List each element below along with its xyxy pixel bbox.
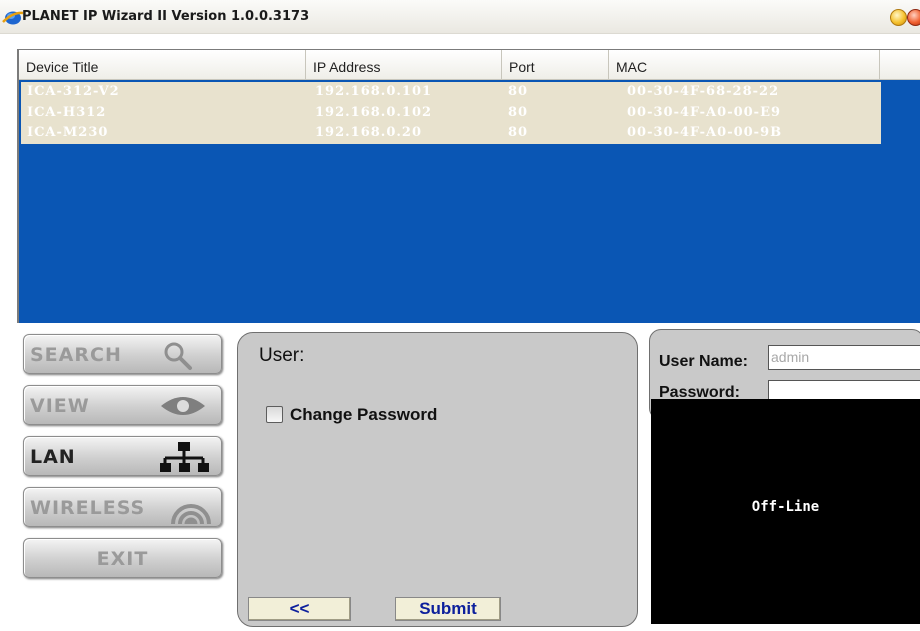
port-cell: 80 [508,84,529,99]
username-label: User Name: [659,353,748,370]
back-button[interactable]: << [248,597,351,621]
magnifier-icon [164,342,192,370]
table-row[interactable]: ICA-H312 192.168.0.102 80 00-30-4F-A0-00… [21,102,881,123]
search-button[interactable]: SEARCH [23,334,222,374]
user-heading: User: [259,345,305,366]
planet-logo-icon [2,11,24,25]
table-row[interactable]: ICA-312-V2 192.168.0.101 80 00-30-4F-68-… [21,82,881,103]
column-header-device-title[interactable]: Device Title [19,50,306,79]
column-header-empty [880,50,920,79]
wireless-button[interactable]: WIRELESS [23,487,222,527]
device-rows: ICA-312-V2 192.168.0.101 80 00-30-4F-68-… [21,82,881,144]
device-title-cell: ICA-H312 [27,104,107,120]
change-password-checkbox[interactable] [266,406,283,423]
video-preview: Off-Line [651,399,920,624]
search-button-label: SEARCH [30,344,122,366]
view-button-label: VIEW [30,395,90,417]
submit-button[interactable]: Submit [395,597,501,621]
ip-address-cell: 192.168.0.101 [315,84,433,99]
port-cell: 80 [508,104,529,120]
network-icon [160,442,209,472]
wireless-button-label: WIRELESS [30,497,146,519]
ip-address-cell: 192.168.0.20 [315,125,422,140]
mac-cell: 00-30-4F-68-28-22 [627,84,780,99]
video-status-text: Off-Line [751,499,820,515]
ip-address-cell: 192.168.0.102 [315,104,433,120]
lan-button-label: LAN [30,446,76,468]
close-button[interactable] [907,9,920,26]
window-title: PLANET IP Wizard II Version 1.0.0.3173 [22,9,310,24]
mac-cell: 00-30-4F-A0-00-E9 [627,104,782,120]
column-header-port[interactable]: Port [502,50,609,79]
table-row[interactable]: ICA-M230 192.168.0.20 80 00-30-4F-A0-00-… [21,123,881,144]
column-header-mac[interactable]: MAC [609,50,880,79]
user-panel: User: Change Password << Submit [237,332,638,627]
device-list[interactable]: Device Title IP Address Port MAC ICA-312… [17,49,920,323]
minimize-button[interactable] [890,9,907,26]
view-button[interactable]: VIEW [23,385,222,425]
title-bar: PLANET IP Wizard II Version 1.0.0.3173 [0,0,920,34]
lan-button[interactable]: LAN [23,436,222,476]
list-header: Device Title IP Address Port MAC [19,50,920,80]
device-title-cell: ICA-312-V2 [27,84,120,99]
device-title-cell: ICA-M230 [27,125,109,140]
wireless-icon [171,504,211,525]
exit-button-label: EXIT [96,548,149,570]
mac-cell: 00-30-4F-A0-00-9B [627,125,783,140]
column-header-ip-address[interactable]: IP Address [306,50,502,79]
port-cell: 80 [508,125,529,140]
eye-icon [161,397,205,415]
exit-button[interactable]: EXIT [23,538,222,578]
username-field[interactable]: admin [768,345,920,370]
change-password-label[interactable]: Change Password [290,405,437,425]
